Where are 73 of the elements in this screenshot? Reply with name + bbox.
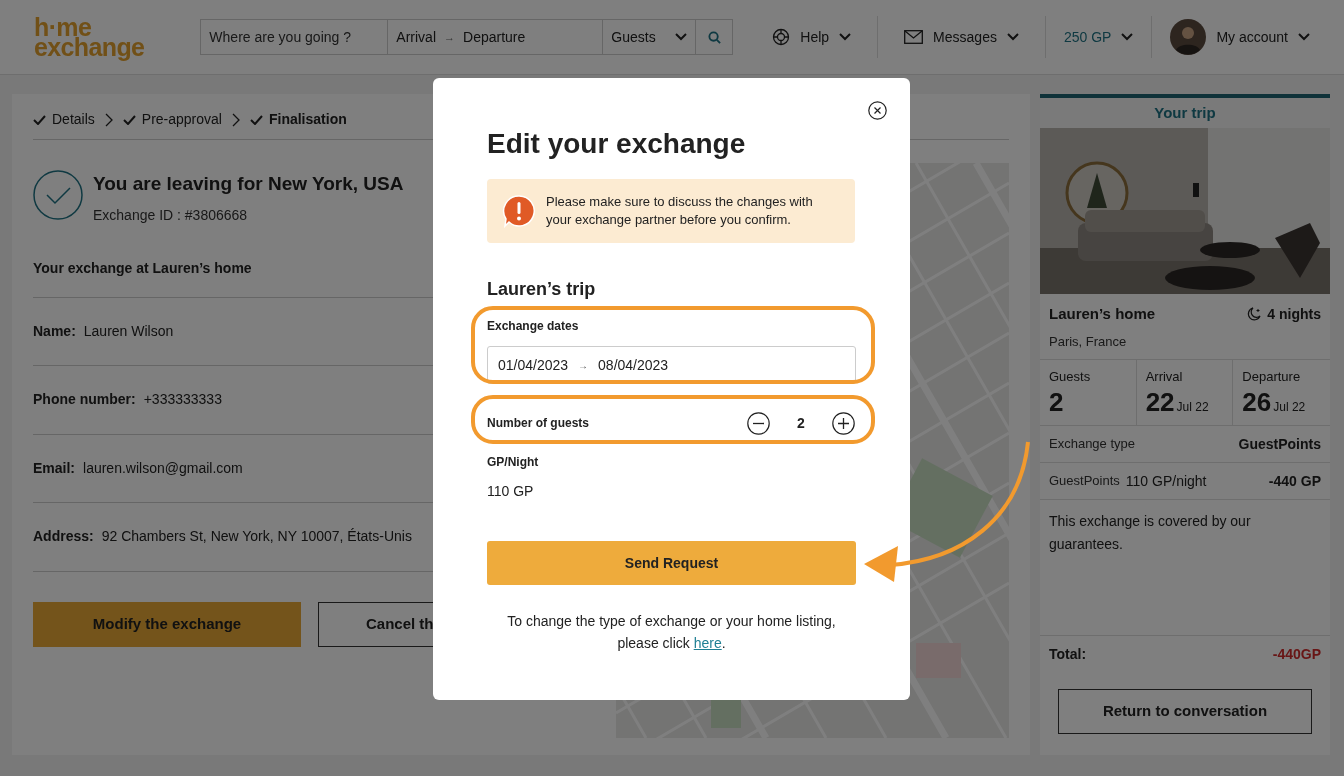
points-label: GuestPoints: [1049, 472, 1120, 491]
chevron-down-icon: [839, 33, 852, 41]
date-range-field[interactable]: Arrival → Departure: [388, 20, 604, 54]
breadcrumb-step[interactable]: Finalisation: [249, 109, 347, 130]
chevron-down-icon: [675, 33, 688, 41]
warning-icon: [502, 194, 536, 228]
exchange-type-label: Exchange type: [1049, 435, 1135, 454]
summary-title: You are leaving for New York, USA: [93, 172, 404, 196]
home-name: Lauren’s home: [1049, 304, 1156, 324]
minus-icon: [747, 411, 770, 435]
rate-label: GP/Night: [487, 454, 540, 471]
points-rate: 110 GP/night: [1125, 471, 1207, 491]
field-label: Address:: [33, 527, 94, 547]
total-label: Total:: [1049, 645, 1087, 664]
return-button[interactable]: Return to conversation: [1058, 689, 1312, 734]
nav-account-menu[interactable]: My account: [1152, 16, 1310, 58]
nav-help-menu[interactable]: Help: [746, 16, 879, 58]
nav-points-menu[interactable]: 250 GP: [1045, 16, 1153, 58]
points-amount: -440 GP: [1268, 471, 1321, 491]
nights-count: 4 nights: [1267, 304, 1321, 324]
breadcrumb-step[interactable]: Details: [33, 109, 95, 130]
rate-value: 110 GP: [487, 482, 535, 501]
here-link[interactable]: here: [693, 635, 722, 651]
close-button[interactable]: [868, 101, 887, 120]
lifebuoy-icon: [772, 28, 791, 46]
stat-suffix: Jul 22: [1176, 398, 1209, 416]
decrease-button[interactable]: [747, 411, 770, 435]
home-location: Paris, France: [1049, 332, 1128, 351]
guests-count: 2: [796, 413, 806, 433]
stat-label: Departure: [1242, 368, 1302, 386]
stat-label: Arrival: [1145, 368, 1184, 386]
alert-text: Please make sure to discuss the changes with your exchange partner before you confirm.: [546, 193, 814, 229]
increase-button[interactable]: [832, 411, 855, 435]
exchange-type-value: GuestPoints: [1238, 434, 1321, 454]
avatar-icon: [1170, 19, 1207, 55]
field-value: +333333333: [143, 390, 222, 410]
chevron-down-icon: [1121, 33, 1134, 41]
guarantee-text: This exchange is covered by our guarantees.: [1048, 512, 1252, 554]
field-label: Email:: [33, 458, 75, 478]
dialog-title: Edit your exchange: [487, 127, 747, 161]
send-request-button[interactable]: Send Request: [487, 541, 856, 585]
plus-icon: [832, 411, 855, 435]
field-value: lauren.wilson@gmail.com: [83, 458, 243, 478]
section-title: Lauren’s trip: [487, 278, 597, 301]
chevron-down-icon: [1006, 33, 1019, 41]
close-icon: [868, 101, 887, 120]
stat-value: 2: [1049, 386, 1064, 417]
envelope-icon: [904, 30, 924, 44]
field-value: 92 Chambers St, New York, NY 10007, États-Unis: [101, 527, 412, 547]
field-value: Lauren Wilson: [83, 321, 174, 341]
guests-dropdown[interactable]: Guests: [603, 20, 697, 54]
footer-note: To change the type of exchange or your home listing, please click here.: [506, 612, 837, 653]
field-label: Name:: [33, 321, 76, 341]
stat-label: Guests: [1049, 368, 1092, 386]
stat-suffix: Jul 22: [1273, 398, 1306, 416]
chevron-right-icon: [231, 112, 240, 127]
dates-label: Exchange dates: [487, 318, 580, 335]
total-amount: -440GP: [1272, 645, 1321, 664]
destination-field[interactable]: Where are you going ?: [201, 20, 389, 54]
field-label: Phone number:: [33, 390, 136, 410]
nav-messages-menu[interactable]: Messages: [878, 16, 1046, 58]
guests-label: Number of guests: [487, 415, 589, 432]
breadcrumb-step[interactable]: Pre-approval: [122, 109, 222, 130]
stat-value: 26: [1242, 386, 1272, 417]
check-circle-icon: [33, 170, 83, 220]
stat-value: 22: [1145, 386, 1175, 417]
chevron-down-icon: [1298, 33, 1310, 41]
moon-icon: [1246, 306, 1263, 322]
trip-title: Your trip: [1040, 98, 1330, 128]
exchange-id: Exchange ID : #3806668: [93, 205, 249, 225]
chevron-right-icon: [104, 112, 113, 127]
search-icon: [707, 30, 721, 44]
modify-button[interactable]: Modify the exchange: [33, 601, 301, 647]
